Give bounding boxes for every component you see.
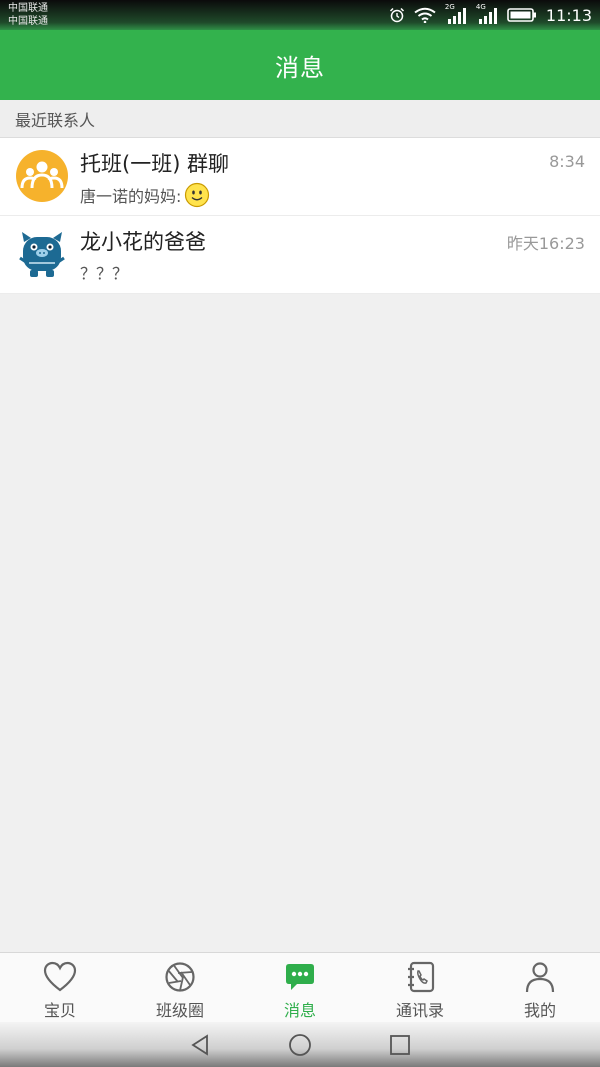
conversation-row[interactable]: 龙小花的爸爸 昨天16:23 ？？？ <box>0 216 600 294</box>
conversation-time: 昨天16:23 <box>506 234 585 253</box>
alarm-icon <box>389 7 404 23</box>
contacts-book-icon <box>408 961 435 993</box>
signal-icon: 4G <box>476 3 498 25</box>
conversation-preview: ？？？ <box>80 260 128 284</box>
back-button[interactable] <box>185 1030 215 1060</box>
tab-baby[interactable]: 宝贝 <box>0 953 120 1023</box>
status-icons: 2G 4G 11:13 <box>389 3 592 26</box>
wifi-icon <box>414 7 436 23</box>
recents-button[interactable] <box>385 1030 415 1060</box>
tab-me[interactable]: 我的 <box>480 953 600 1023</box>
chat-bubble-icon <box>286 964 314 990</box>
tab-label: 班级圈 <box>155 1001 204 1020</box>
conversation-preview: 唐一诺的妈妈: <box>80 182 210 208</box>
tab-label: 我的 <box>523 1001 556 1020</box>
title-bar: 消息 <box>0 30 600 100</box>
carrier-labels: 中国联通 中国联通 <box>8 2 48 28</box>
home-icon <box>289 1033 311 1056</box>
group-avatar-icon <box>16 150 68 202</box>
tab-class-circle[interactable]: 班级圈 <box>120 953 240 1023</box>
clock: 11:13 <box>545 5 592 25</box>
tab-label: 消息 <box>283 1001 316 1020</box>
conversation-name: 龙小花的爸爸 <box>80 230 206 254</box>
preview-text: ？？？ <box>80 264 129 283</box>
cartoon-creature-avatar <box>19 232 65 277</box>
person-icon <box>525 962 555 993</box>
conversation-list: 托班(一班) 群聊 8:34 唐一诺的妈妈: 龙小花的爸爸 昨天16:23 ？？… <box>0 138 600 294</box>
battery-icon <box>507 8 536 22</box>
tab-label: 通讯录 <box>395 1001 444 1020</box>
recents-icon <box>390 1034 410 1055</box>
back-icon <box>191 1033 208 1056</box>
page-title: 消息 <box>275 53 325 82</box>
conversation-time: 8:34 <box>549 152 585 171</box>
tab-label: 宝贝 <box>43 1001 76 1020</box>
tab-contacts[interactable]: 通讯录 <box>360 953 480 1023</box>
preview-text: 唐一诺的妈妈: <box>80 187 182 206</box>
heart-icon <box>43 961 77 992</box>
section-label: 最近联系人 <box>15 110 96 130</box>
smiley-emoji-icon <box>185 182 210 208</box>
home-button[interactable] <box>285 1030 315 1060</box>
conversation-name: 托班(一班) 群聊 <box>80 152 230 176</box>
system-nav-bar <box>0 1022 600 1067</box>
carrier-2: 中国联通 <box>8 16 48 27</box>
section-header: 最近联系人 <box>0 100 600 138</box>
aperture-icon <box>165 962 195 992</box>
signal-icon: 2G <box>445 3 467 25</box>
bottom-tab-bar: 宝贝 班级圈 消息 通讯录 我的 <box>0 952 600 1023</box>
tab-messages[interactable]: 消息 <box>240 953 360 1023</box>
status-bar: 中国联通 中国联通 2G 4G 11:13 <box>0 0 600 30</box>
carrier-1: 中国联通 <box>8 3 48 14</box>
conversation-row[interactable]: 托班(一班) 群聊 8:34 唐一诺的妈妈: <box>0 138 600 216</box>
